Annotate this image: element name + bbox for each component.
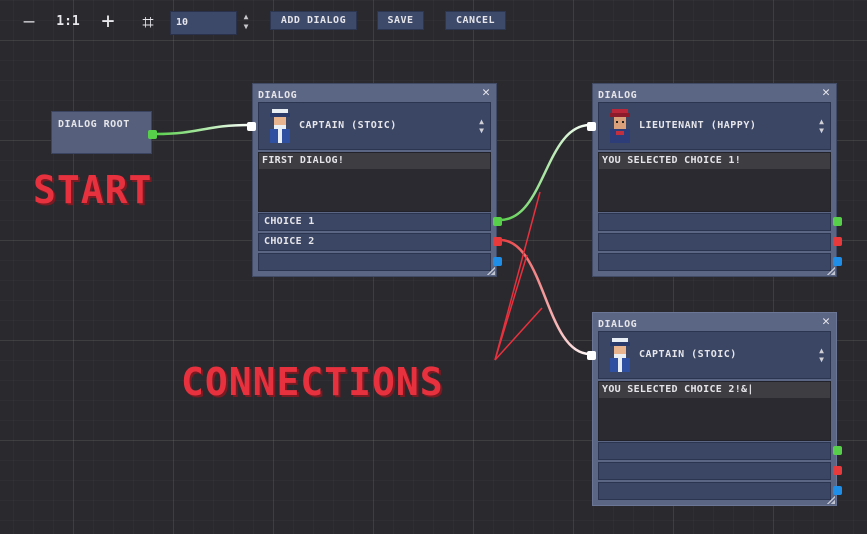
close-icon[interactable]: ✕ [822,314,830,329]
resize-handle[interactable] [827,267,835,275]
choice-output-port[interactable] [833,466,842,475]
node-title: DIALOG [598,319,638,330]
dialog-node[interactable]: DIALOG ✕ LIEUTENANT (HAPPY) ▲ ▼ YOU SELEC… [587,83,842,277]
zoom-out-button[interactable]: — [18,10,40,34]
wire-choice1-to-dialog2 [499,123,591,222]
connections-annotation: CONNECTIONS [181,360,444,404]
root-node-label: DIALOG ROOT [58,119,130,130]
choice-field[interactable] [258,253,491,271]
choice-output-port[interactable] [833,217,842,226]
snap-step-spinner[interactable]: ▲ ▼ [240,12,252,34]
zoom-reset-button[interactable]: 1:1 [56,10,80,34]
choice-output-port[interactable] [493,257,502,266]
node-title: DIALOG [598,90,638,101]
grid-snap-icon: ⌗ [142,10,154,34]
dialog-text: YOU SELECTED CHOICE 2!&| [599,382,830,398]
lieutenant-avatar [610,109,630,143]
input-port[interactable] [247,122,256,131]
input-port[interactable] [587,122,596,131]
speaker-select[interactable]: CAPTAIN (STOIC) ▲ ▼ [258,102,491,150]
choice-output-port[interactable] [493,217,502,226]
snap-step-input[interactable]: 10 [170,11,237,35]
save-button[interactable]: SAVE [377,11,424,30]
choice-output-port[interactable] [833,257,842,266]
graph-canvas[interactable]: — 1:1 + ⌗ 10 ▲ ▼ ADD DIALOG SAVE CANCEL … [0,0,867,534]
choice-field[interactable] [598,482,831,500]
speaker-select[interactable]: LIEUTENANT (HAPPY) ▲ ▼ [598,102,831,150]
minus-icon: — [23,11,35,32]
choice-field[interactable] [598,442,831,460]
root-output-port[interactable] [148,130,157,139]
dialog-root-node[interactable]: DIALOG ROOT [51,111,157,154]
choice-field[interactable]: CHOICE 2 [258,233,491,251]
dialog-text-area[interactable]: YOU SELECTED CHOICE 1! [598,152,831,212]
speaker-select[interactable]: CAPTAIN (STOIC) ▲ ▼ [598,331,831,379]
chevron-updown-icon: ▲ ▼ [479,117,484,135]
close-icon[interactable]: ✕ [482,85,490,100]
chevron-updown-icon: ▲ ▼ [819,117,824,135]
choice-output-port[interactable] [833,486,842,495]
node-title: DIALOG [258,90,298,101]
choice-output-port[interactable] [493,237,502,246]
captain-avatar [610,338,630,372]
close-icon[interactable]: ✕ [822,85,830,100]
choice-field[interactable]: CHOICE 1 [258,213,491,231]
start-annotation: START [33,168,153,212]
speaker-name: CAPTAIN (STOIC) [639,349,737,360]
add-dialog-button[interactable]: ADD DIALOG [270,11,357,30]
choice-field[interactable] [598,253,831,271]
speaker-name: LIEUTENANT (HAPPY) [639,120,757,131]
choice-field[interactable] [598,462,831,480]
choice-field[interactable] [598,213,831,231]
speaker-name: CAPTAIN (STOIC) [299,120,397,131]
cancel-button[interactable]: CANCEL [445,11,506,30]
input-port[interactable] [587,351,596,360]
plus-icon: + [101,9,115,34]
spin-down-icon[interactable]: ▼ [240,22,252,32]
dialog-text: YOU SELECTED CHOICE 1! [599,153,830,169]
choice-output-port[interactable] [833,446,842,455]
resize-handle[interactable] [827,496,835,504]
choice-field[interactable] [598,233,831,251]
dialog-text: FIRST DIALOG! [259,153,490,169]
choice-output-port[interactable] [833,237,842,246]
dialog-node[interactable]: DIALOG ✕ CAPTAIN (STOIC) ▲ ▼ FIRST DIALOG… [247,83,502,277]
resize-handle[interactable] [487,267,495,275]
snap-toggle-button[interactable]: ⌗ [137,10,159,34]
wire-root-to-dialog1 [155,123,251,136]
dialog-text-area[interactable]: YOU SELECTED CHOICE 2!&| [598,381,831,441]
dialog-text-area[interactable]: FIRST DIALOG! [258,152,491,212]
dialog-node[interactable]: DIALOG ✕ CAPTAIN (STOIC) ▲ ▼ YOU SELECTED… [587,312,842,506]
captain-avatar [270,109,290,143]
chevron-updown-icon: ▲ ▼ [819,346,824,364]
spin-up-icon[interactable]: ▲ [240,12,252,22]
zoom-in-button[interactable]: + [97,10,119,34]
